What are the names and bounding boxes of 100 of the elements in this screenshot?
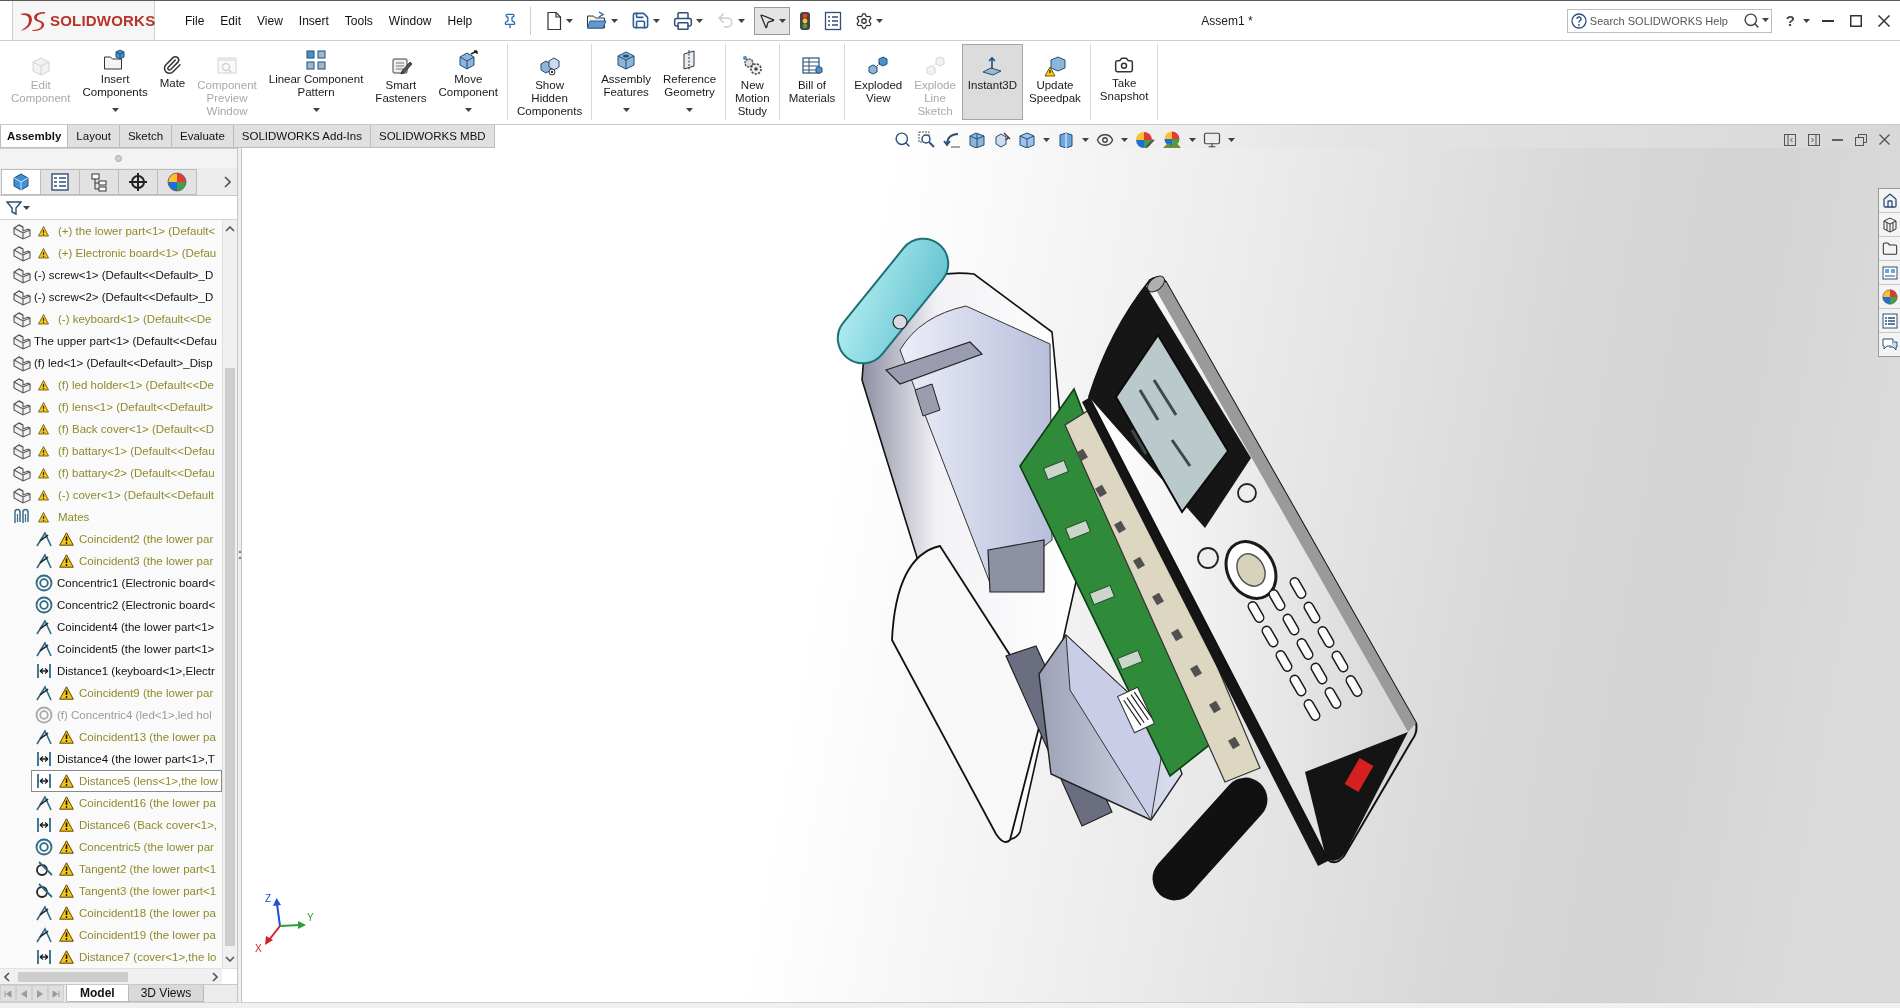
ribbon-button[interactable]: Assembly Features	[595, 44, 658, 120]
scroll-down-icon[interactable]	[225, 956, 235, 962]
minimize-icon[interactable]	[1832, 138, 1843, 141]
ribbon-button[interactable]: Take Snapshot	[1093, 44, 1155, 120]
tree-item[interactable]: Coincident4 (the lower part<1>	[31, 616, 222, 638]
ribbon-button[interactable]: New Motion Study	[729, 44, 776, 120]
tree-item[interactable]: Coincident19 (the lower pa	[31, 924, 222, 946]
ribbon-button[interactable]: Mate	[153, 44, 192, 120]
tree-item[interactable]: Coincident9 (the lower par	[31, 682, 222, 704]
task-pane-button[interactable]	[1879, 309, 1900, 332]
tree-structure-icon[interactable]	[89, 172, 109, 192]
tree-item[interactable]: (f) lens<1> (Default<<Default>	[0, 396, 222, 418]
caret-icon[interactable]	[1121, 137, 1128, 142]
menu-item[interactable]: Edit	[212, 8, 250, 33]
monitor-icon[interactable]	[1203, 130, 1221, 149]
cube-icon[interactable]	[1018, 130, 1036, 149]
panel-left-icon[interactable]	[1784, 133, 1796, 146]
task-pane-button[interactable]	[1879, 213, 1900, 236]
toolbar-button[interactable]	[754, 6, 791, 35]
tree-item[interactable]: Coincident3 (the lower par	[31, 550, 222, 572]
task-pane-button[interactable]	[1879, 333, 1900, 356]
tree-item[interactable]: (+) Electronic board<1> (Defau	[0, 242, 222, 264]
caret-icon[interactable]	[23, 205, 30, 210]
scroll-up-icon[interactable]	[225, 226, 235, 232]
ribbon-button[interactable]: Move Component	[432, 44, 504, 120]
tree-item[interactable]: Distance4 (the lower part<1>,T	[31, 748, 222, 770]
horizontal-scrollbar[interactable]	[0, 969, 222, 984]
panel-tab[interactable]: Model	[66, 985, 129, 1002]
ribbon-button[interactable]: Linear Component Pattern	[262, 44, 370, 120]
command-tab[interactable]: Layout	[67, 125, 120, 148]
caret-icon[interactable]	[1082, 137, 1089, 142]
crosshair-icon[interactable]	[128, 172, 148, 192]
tree-item[interactable]: Coincident16 (the lower pa	[31, 792, 222, 814]
color-ball-icon[interactable]	[167, 172, 187, 192]
tree-item[interactable]: Distance1 (keyboard<1>,Electr	[31, 660, 222, 682]
tree-item[interactable]: (-) screw<2> (Default<<Default>_D	[0, 286, 222, 308]
magnifier-icon[interactable]	[894, 131, 911, 148]
tree-item[interactable]: Distance7 (cover<1>,the lo	[31, 946, 222, 968]
command-tab[interactable]: SOLIDWORKS MBD	[369, 125, 495, 148]
shaded-cube-icon[interactable]	[1057, 130, 1075, 149]
ribbon-button[interactable]: Exploded View	[848, 44, 909, 120]
menu-item[interactable]: Tools	[336, 8, 381, 33]
ribbon-button[interactable]: Smart Fasteners	[369, 44, 433, 120]
task-pane-button[interactable]	[1879, 189, 1900, 212]
tree-item[interactable]: Distance5 (lens<1>,the low	[31, 770, 222, 792]
scroll-left-icon[interactable]	[4, 971, 10, 982]
tree-item[interactable]: (-) screw<1> (Default<<Default>_D	[0, 264, 222, 286]
restore-icon[interactable]	[1855, 133, 1867, 146]
caret-icon[interactable]	[1228, 137, 1235, 142]
tree-item[interactable]: (f) battary<1> (Default<<Defau	[0, 440, 222, 462]
ribbon-button[interactable]: Insert Components	[76, 44, 154, 120]
tree-item[interactable]: (f) Back cover<1> (Default<<D	[0, 418, 222, 440]
filter-icon[interactable]	[6, 199, 22, 216]
search-field[interactable]: Search SOLIDWORKS Help	[1566, 8, 1772, 33]
search-icon[interactable]	[1742, 11, 1760, 29]
ribbon-button[interactable]: Bill of Materials	[782, 44, 842, 120]
ribbon-button[interactable]: Update Speedpak	[1023, 44, 1087, 120]
tree-item[interactable]: Distance6 (Back cover<1>,	[31, 814, 222, 836]
tree-item[interactable]: Mates	[0, 506, 222, 528]
section-cube-icon[interactable]	[968, 130, 986, 149]
vertical-scrollbar[interactable]	[222, 220, 237, 968]
panel-tab[interactable]: 3D Views	[127, 985, 205, 1002]
tree-item[interactable]: (f) led<1> (Default<<Default>_Disp	[0, 352, 222, 374]
curved-arrow-icon[interactable]	[943, 130, 961, 149]
panel-right-icon[interactable]	[1808, 133, 1820, 146]
scroll-right-icon[interactable]	[212, 971, 218, 982]
close-icon[interactable]	[1879, 134, 1890, 145]
ribbon-button[interactable]: Show Hidden Components	[510, 44, 589, 120]
scrollbar-thumb[interactable]	[225, 368, 235, 946]
menu-item[interactable]: Window	[380, 8, 440, 33]
tree-item[interactable]: (-) keyboard<1> (Default<<De	[0, 308, 222, 330]
command-tab[interactable]: SOLIDWORKS Add-Ins	[232, 125, 371, 148]
task-pane-button[interactable]	[1879, 285, 1900, 308]
tree-item[interactable]: (-) cover<1> (Default<<Default	[0, 484, 222, 506]
tree-item[interactable]: (f) led holder<1> (Default<<De	[0, 374, 222, 396]
tree-item[interactable]: (+) the lower part<1> (Default<	[0, 220, 222, 242]
tree-item[interactable]: Tangent3 (the lower part<1	[31, 880, 222, 902]
help-menu-glyph[interactable]: ?	[1785, 12, 1795, 29]
tree-item[interactable]: The upper part<1> (Default<<Defau	[0, 330, 222, 352]
caret-icon[interactable]	[1761, 18, 1769, 22]
tree-item[interactable]: Coincident2 (the lower par	[31, 528, 222, 550]
cube-icon[interactable]	[11, 172, 31, 192]
tree-item[interactable]: (f) battary<2> (Default<<Defau	[0, 462, 222, 484]
tree-item[interactable]: Concentric1 (Electronic board<	[31, 572, 222, 594]
tree-item[interactable]: Coincident5 (the lower part<1>	[31, 638, 222, 660]
tree-item[interactable]: Concentric2 (Electronic board<	[31, 594, 222, 616]
ribbon-button[interactable]: Reference Geometry	[657, 44, 723, 120]
magnifier-box-icon[interactable]	[918, 130, 936, 149]
tree-item[interactable]: Tangent2 (the lower part<1	[31, 858, 222, 880]
scrollbar-thumb[interactable]	[18, 971, 128, 982]
command-tab[interactable]: Sketch	[118, 125, 173, 148]
color-ball-scene-icon[interactable]	[1162, 130, 1182, 149]
task-pane-button[interactable]	[1879, 237, 1900, 260]
command-tab[interactable]: Assembly	[0, 125, 69, 148]
ribbon-button[interactable]: Instant3D	[961, 44, 1024, 120]
manager-tab[interactable]	[1, 169, 41, 195]
tree-item[interactable]: Coincident13 (the lower pa	[31, 726, 222, 748]
menu-item[interactable]: View	[249, 8, 291, 33]
menu-item[interactable]: Insert	[290, 8, 337, 33]
caret-icon[interactable]	[1043, 137, 1050, 142]
